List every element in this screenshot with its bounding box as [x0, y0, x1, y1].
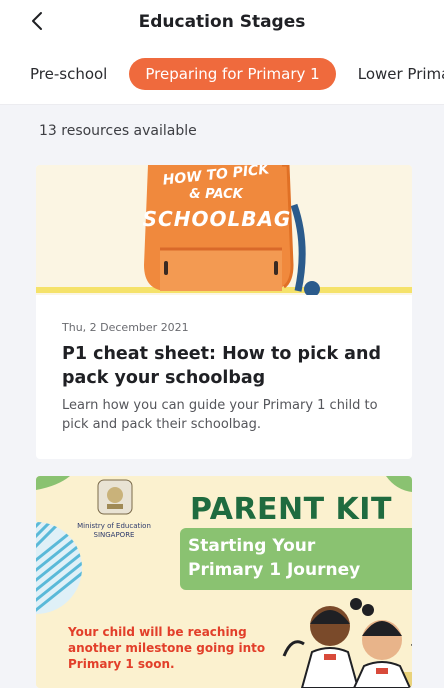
resource-count: 13 resources available — [39, 123, 197, 139]
moe-label: Ministry of Education SINGAPORE — [77, 522, 151, 539]
tab-pre-school[interactable]: Pre-school — [20, 58, 119, 90]
bag-text-line-2: & PACK — [189, 187, 243, 202]
tab-lower-primary[interactable]: Lower Primary — [346, 58, 444, 90]
schoolbag-thumbnail: HOW TO PICK & PACK SCHOOLBAG — [36, 165, 412, 297]
parent-kit-thumbnail: Ministry of Education SINGAPORE PARENT K… — [36, 476, 412, 688]
stage-tabs: Pre-school Preparing for Primary 1 Lower… — [0, 44, 444, 105]
resource-date: Thu, 2 December 2021 — [62, 321, 189, 334]
bag-text-line-3: SCHOOLBAG — [142, 207, 292, 231]
banner-line-2: Primary 1 Journey — [188, 560, 361, 580]
tab-preparing-for-primary-1[interactable]: Preparing for Primary 1 — [129, 58, 336, 90]
banner-line-1: Starting Your — [188, 536, 316, 556]
back-button[interactable] — [22, 6, 52, 36]
resource-card[interactable]: Ministry of Education SINGAPORE PARENT K… — [36, 476, 412, 688]
resource-card[interactable]: HOW TO PICK & PACK SCHOOLBAG Thu, 2 Dece… — [36, 165, 412, 459]
chevron-left-icon — [32, 12, 42, 30]
parent-kit-heading: PARENT KIT — [190, 492, 392, 527]
resource-description: Learn how you can guide your Primary 1 c… — [62, 398, 378, 432]
page-title: Education Stages — [138, 12, 306, 32]
resource-title[interactable]: P1 cheat sheet: How to pick and pack you… — [62, 342, 402, 390]
journey-banner: Starting Your Primary 1 Journey — [180, 528, 412, 590]
top-bar: Education Stages — [0, 0, 444, 44]
milestone-text: Your child will be reaching another mile… — [68, 625, 266, 671]
